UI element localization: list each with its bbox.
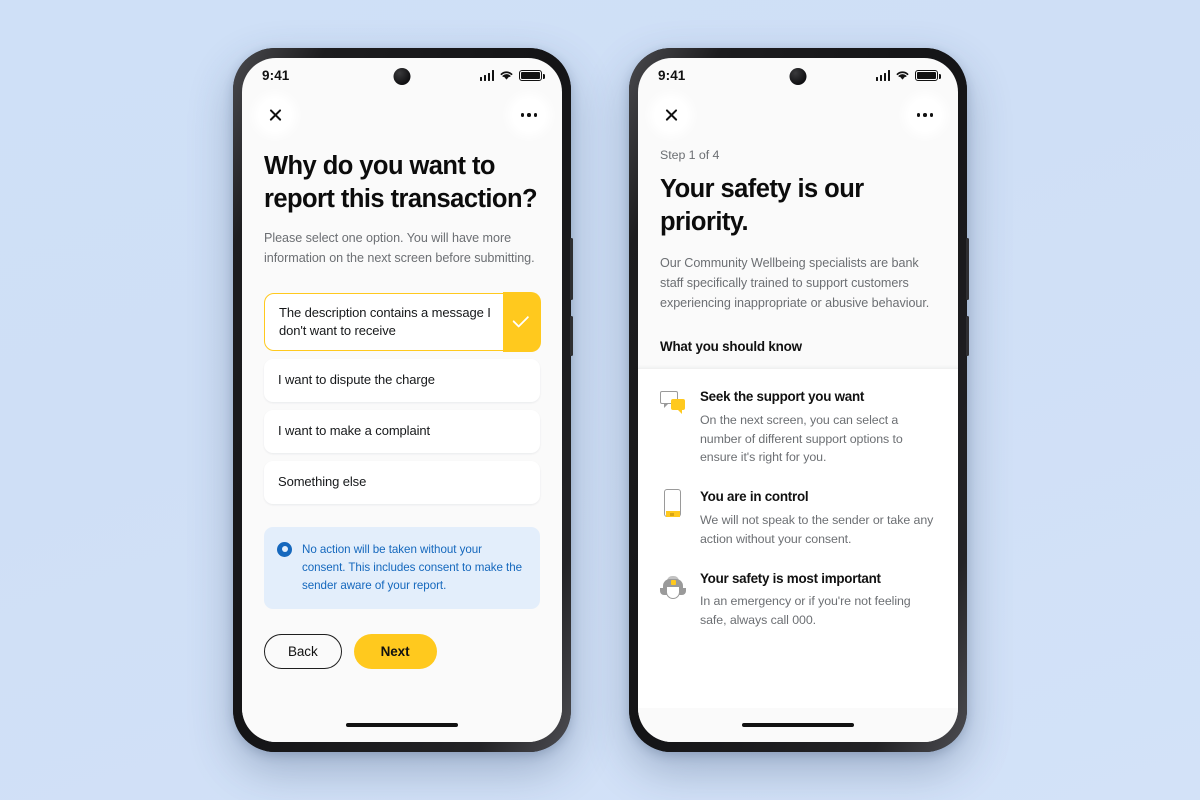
feature-text: Seek the support you want On the next sc… [700, 389, 936, 467]
home-indicator[interactable] [742, 722, 854, 728]
step-indicator-wrap: Step 1 of 4 Your safety is our priority. [638, 132, 958, 238]
status-time: 9:41 [262, 67, 290, 83]
phone-device-right: 9:41 Step 1 of 4 Your safety is our prio… [629, 48, 969, 752]
volume-button-right[interactable] [966, 238, 969, 300]
page-lede-wrap: Our Community Wellbeing specialists are … [638, 254, 958, 314]
more-options-button[interactable] [512, 98, 546, 132]
checkmark-icon [512, 311, 530, 329]
consent-info-text: No action will be taken without your con… [302, 542, 523, 592]
reason-option-list: The description contains a message I don… [242, 292, 562, 504]
nav-row-right [638, 92, 958, 132]
feature-item: Seek the support you want On the next sc… [660, 389, 936, 467]
police-cap-icon [660, 571, 686, 601]
option-item[interactable]: I want to dispute the charge [264, 358, 540, 402]
feature-heading: Seek the support you want [700, 388, 865, 404]
feature-text: You are in control We will not speak to … [700, 489, 936, 548]
mobile-phone-icon [660, 489, 686, 519]
option-selected-tab [502, 292, 541, 352]
page-lede: Please select one option. You will have … [264, 231, 535, 266]
cellular-signal-icon [875, 70, 890, 81]
wifi-icon [896, 71, 909, 80]
battery-full-icon [915, 69, 941, 81]
front-camera-icon [789, 68, 807, 85]
page-title: Your safety is our priority. [660, 175, 864, 236]
more-options-icon [520, 113, 538, 117]
option-label: I want to make a complaint [278, 423, 431, 439]
volume-button-left[interactable] [570, 238, 573, 300]
chat-bubbles-icon [660, 389, 686, 419]
option-item[interactable]: Something else [264, 460, 540, 504]
page-title: Why do you want to report this transacti… [264, 152, 538, 213]
phone-screen-right: 9:41 Step 1 of 4 Your safety is our prio… [638, 58, 958, 742]
feature-body: In an emergency or if you're not feeling… [700, 594, 911, 628]
page-title-wrap: Why do you want to report this transacti… [242, 150, 562, 215]
more-options-icon [916, 113, 934, 117]
feature-item: You are in control We will not speak to … [660, 489, 936, 548]
option-label: Something else [278, 474, 367, 490]
status-icons [479, 69, 545, 81]
section-subheading: What you should know [660, 338, 802, 354]
phone-mockup-stage: 9:41 Why do you want to report this tran… [0, 0, 1200, 800]
front-camera-icon [393, 68, 411, 85]
close-button[interactable] [654, 98, 688, 132]
close-icon [268, 108, 283, 123]
info-circle-icon [277, 541, 292, 557]
home-indicator-area-left [242, 708, 562, 742]
power-button-left[interactable] [570, 316, 573, 356]
page-lede-wrap: Please select one option. You will have … [242, 229, 562, 269]
more-options-button[interactable] [908, 98, 942, 132]
feature-body: We will not speak to the sender or take … [700, 512, 934, 546]
cellular-signal-icon [479, 70, 494, 81]
consent-info-box: No action will be taken without your con… [264, 526, 540, 609]
page-lede: Our Community Wellbeing specialists are … [660, 256, 930, 311]
action-button-row: Back Next [264, 633, 540, 670]
next-button[interactable]: Next [353, 633, 437, 670]
feature-text: Your safety is most important In an emer… [700, 571, 936, 630]
step-indicator: Step 1 of 4 [660, 148, 720, 162]
option-label: The description contains a message I don… [279, 305, 491, 338]
phone-device-left: 9:41 Why do you want to report this tran… [233, 48, 573, 752]
feature-item: Your safety is most important In an emer… [660, 571, 936, 630]
option-item-selected[interactable]: The description contains a message I don… [264, 292, 541, 352]
back-button[interactable]: Back [264, 633, 342, 670]
nav-row-left [242, 92, 562, 132]
close-icon [664, 108, 679, 123]
feature-card: Seek the support you want On the next sc… [638, 367, 958, 708]
option-item[interactable]: I want to make a complaint [264, 409, 540, 453]
feature-body: On the next screen, you can select a num… [700, 412, 903, 465]
power-button-right[interactable] [966, 316, 969, 356]
home-indicator[interactable] [346, 722, 458, 728]
close-button[interactable] [258, 98, 292, 132]
home-indicator-area-right [638, 708, 958, 742]
option-label: I want to dispute the charge [278, 372, 435, 388]
content-scroll-left: Why do you want to report this transacti… [242, 132, 562, 708]
wifi-icon [500, 71, 513, 80]
feature-heading: Your safety is most important [700, 570, 881, 586]
content-scroll-right: Step 1 of 4 Your safety is our priority.… [638, 132, 958, 708]
battery-full-icon [519, 69, 545, 81]
status-icons [875, 69, 941, 81]
phone-screen-left: 9:41 Why do you want to report this tran… [242, 58, 562, 742]
status-bar-left: 9:41 [242, 58, 562, 92]
status-time: 9:41 [658, 67, 686, 83]
feature-heading: You are in control [700, 489, 809, 505]
status-bar-right: 9:41 [638, 58, 958, 92]
